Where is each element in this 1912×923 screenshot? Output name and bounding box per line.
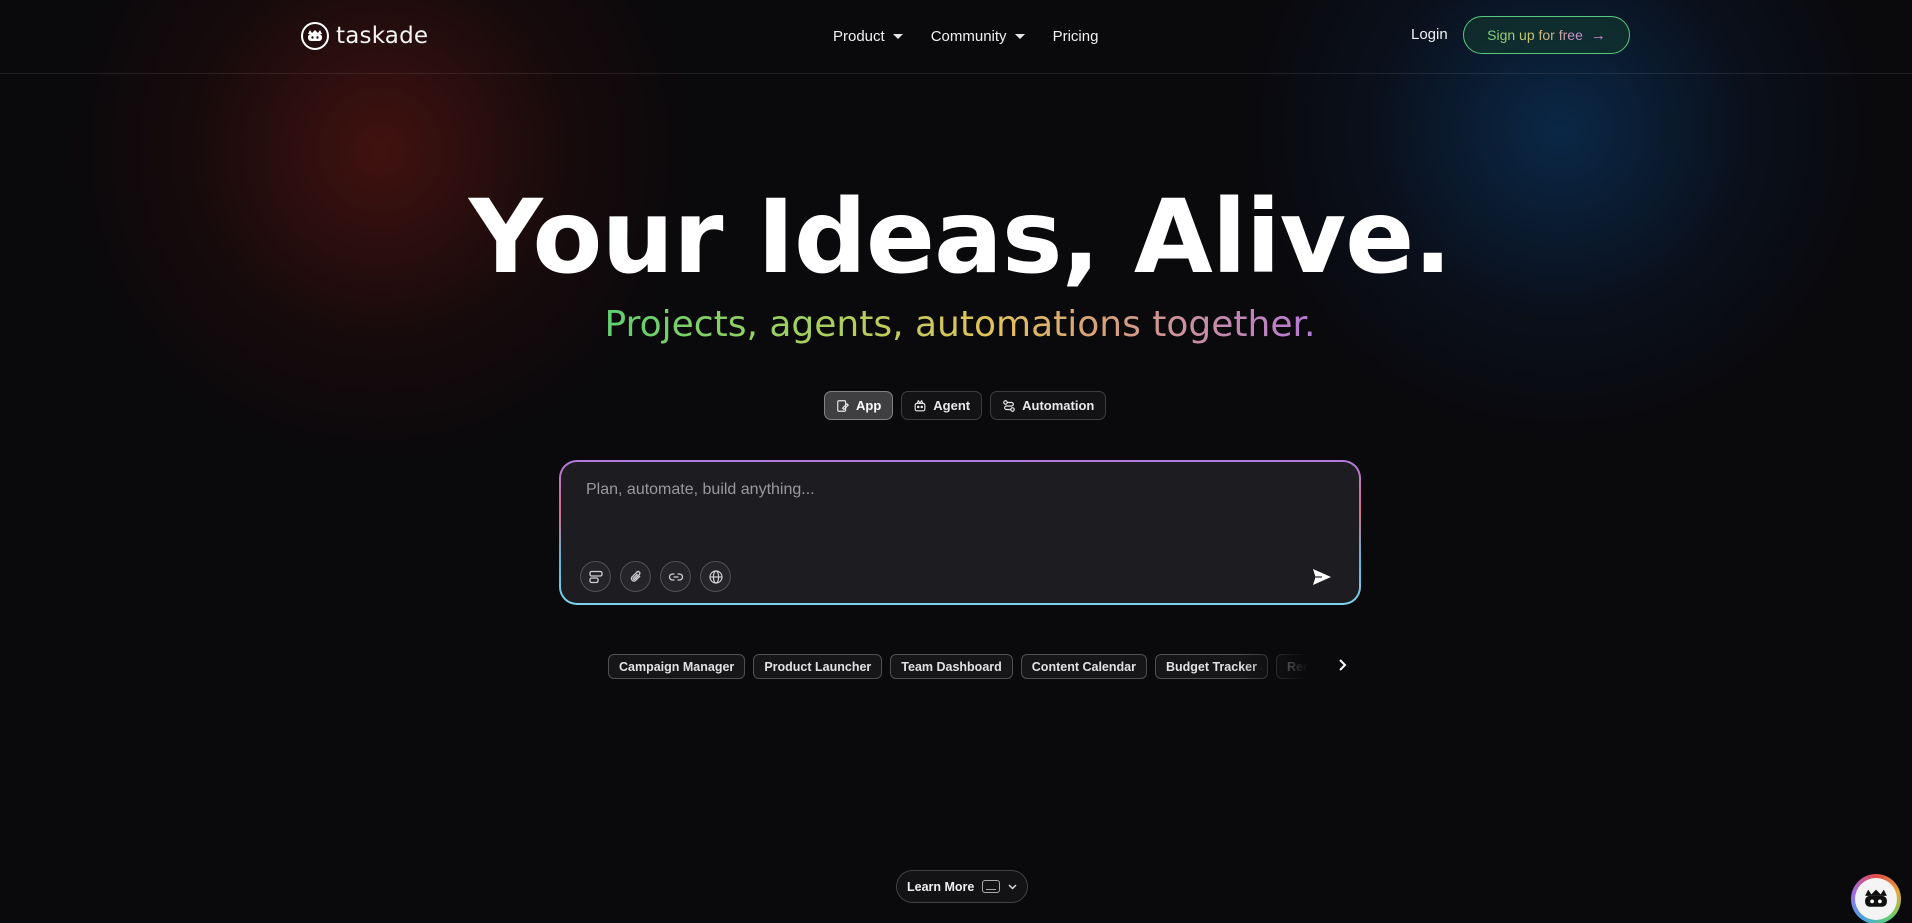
tab-automation-label: Automation bbox=[1022, 398, 1095, 413]
layout-icon bbox=[588, 570, 603, 583]
arrow-right-icon: → bbox=[1590, 26, 1606, 44]
chevron-down-icon bbox=[1008, 883, 1017, 890]
automation-icon bbox=[1003, 399, 1015, 412]
tab-agent[interactable]: Agent bbox=[901, 391, 983, 420]
template-chip[interactable]: Budget Tracker bbox=[1154, 654, 1268, 679]
taskade-bot-icon bbox=[301, 22, 329, 50]
nav-pricing[interactable]: Pricing bbox=[1053, 28, 1099, 45]
template-chip[interactable]: Recruitment Hub bbox=[1275, 654, 1320, 679]
tab-agent-label: Agent bbox=[933, 398, 971, 413]
chevron-down-icon bbox=[892, 33, 903, 39]
signup-button[interactable]: Sign up for free → bbox=[1463, 16, 1630, 54]
link-icon bbox=[668, 572, 683, 581]
learn-more-label: Learn More bbox=[907, 879, 975, 894]
hero-title: Your Ideas, Alive. bbox=[468, 178, 1452, 297]
attach-button[interactable] bbox=[620, 561, 651, 592]
web-search-button[interactable] bbox=[700, 561, 731, 592]
brand-name: taskade bbox=[336, 23, 429, 49]
nav-community-label: Community bbox=[930, 27, 1007, 45]
prompt-tools bbox=[580, 561, 731, 592]
tab-app[interactable]: App bbox=[824, 391, 894, 420]
signup-label: Sign up for free bbox=[1487, 27, 1583, 43]
taskade-bot-icon bbox=[1855, 878, 1897, 920]
prompt-input[interactable] bbox=[584, 480, 1288, 500]
agent-icon bbox=[914, 399, 926, 411]
prompt-box bbox=[559, 460, 1361, 605]
link-button[interactable] bbox=[660, 561, 691, 592]
template-chips: Campaign Manager Product Launcher Team D… bbox=[608, 654, 1320, 680]
template-chip[interactable]: Campaign Manager bbox=[608, 654, 746, 679]
chat-widget-button[interactable] bbox=[1851, 874, 1901, 923]
tab-automation[interactable]: Automation bbox=[990, 391, 1107, 420]
template-chip[interactable]: Product Launcher bbox=[753, 654, 883, 679]
login-link[interactable]: Login bbox=[1411, 26, 1448, 43]
main-nav: Product Community Pricing bbox=[833, 24, 1098, 48]
learn-more-button[interactable]: Learn More bbox=[896, 870, 1029, 903]
keyboard-icon bbox=[982, 880, 1001, 893]
tab-app-label: App bbox=[856, 398, 882, 413]
nav-pricing-label: Pricing bbox=[1052, 27, 1099, 45]
paperclip-icon bbox=[630, 570, 640, 582]
prompt-panel bbox=[561, 462, 1359, 603]
mode-tabs: App Agent Automation bbox=[824, 391, 1107, 420]
hero-subtitle-text: Projects, agents, automations together. bbox=[604, 304, 1316, 345]
layout-button[interactable] bbox=[580, 561, 611, 592]
nav-community[interactable]: Community bbox=[931, 28, 1025, 45]
brand-logo[interactable]: taskade bbox=[301, 21, 428, 51]
template-chip[interactable]: Content Calendar bbox=[1020, 654, 1147, 679]
chevron-right-icon[interactable] bbox=[1336, 656, 1350, 674]
template-chip[interactable]: Team Dashboard bbox=[890, 654, 1013, 679]
app-icon bbox=[837, 399, 850, 412]
chevron-down-icon bbox=[1014, 33, 1025, 39]
globe-icon bbox=[708, 569, 723, 584]
hero-subtitle: Projects, agents, automations together. bbox=[0, 300, 1912, 350]
landing-page: taskade Product Community Pricing Login … bbox=[0, 0, 1912, 923]
nav-product[interactable]: Product bbox=[833, 28, 903, 45]
nav-product-label: Product bbox=[833, 27, 885, 45]
top-header: taskade Product Community Pricing Login … bbox=[0, 0, 1912, 74]
send-icon[interactable] bbox=[1311, 566, 1333, 588]
